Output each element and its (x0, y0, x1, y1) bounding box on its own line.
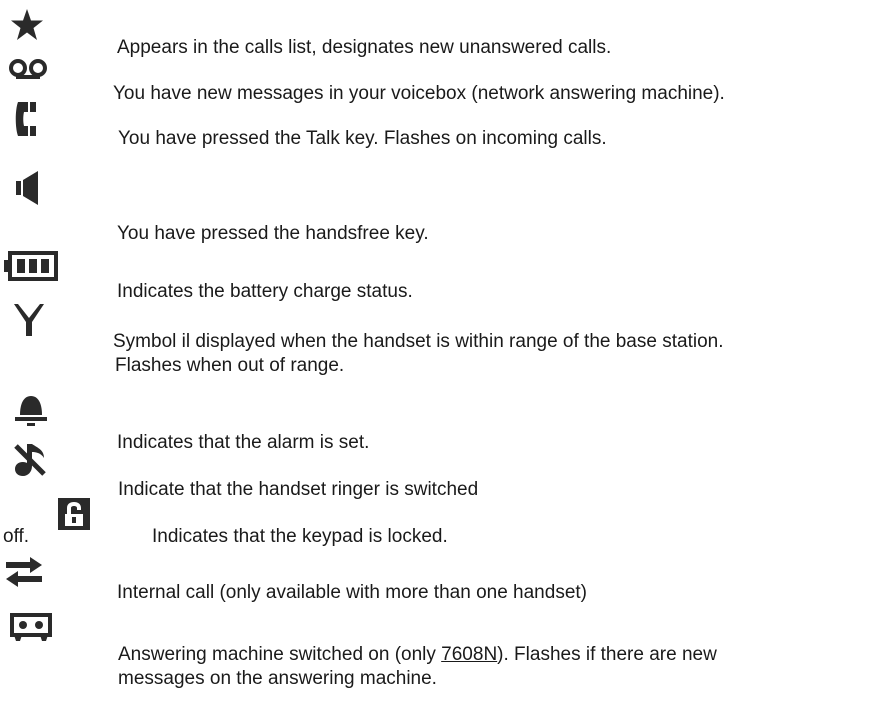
internal-call-icon (4, 557, 44, 587)
model-link[interactable]: 7608N (441, 644, 497, 665)
speaker-icon (14, 170, 44, 206)
legend-text-answering-machine-line2: messages on the answering machine. (118, 668, 437, 689)
answering-machine-icon (10, 613, 52, 643)
legend-text-speaker: You have pressed the handsfree key. (117, 223, 429, 244)
legend-text-internal-call: Internal call (only available with more … (117, 582, 587, 603)
antenna-icon (12, 302, 46, 338)
legend-text-handset: You have pressed the Talk key. Flashes o… (118, 128, 607, 149)
battery-icon (4, 250, 58, 282)
ringer-off-icon (12, 440, 48, 480)
answering-machine-text-b: ). Flashes if there are new (497, 644, 717, 665)
legend-text-ringer-off: Indicate that the handset ringer is swit… (118, 479, 479, 500)
legend-prefix-off: off. (3, 526, 30, 547)
legend-text-antenna: Symbol il displayed when the handset is … (113, 331, 724, 352)
handset-icon (14, 100, 40, 138)
legend-text-answering-machine: Answering machine switched on (only 7608… (118, 642, 717, 667)
legend-text-antenna-line2: Flashes when out of range. (115, 355, 345, 376)
voicemail-icon (8, 58, 48, 80)
legend-text-voicemail: You have new messages in your voicebox (… (113, 83, 725, 104)
legend-text-bell: Indicates that the alarm is set. (117, 432, 370, 453)
bell-icon (14, 393, 48, 427)
answering-machine-text-a: Answering machine switched on (only (118, 644, 442, 665)
legend-text-lock: Indicates that the keypad is locked. (152, 526, 448, 547)
lock-icon (57, 497, 91, 531)
legend-text-battery: Indicates the battery charge status. (117, 281, 413, 302)
legend-text-star: Appears in the calls list, designates ne… (117, 37, 612, 58)
star-icon (10, 8, 44, 42)
